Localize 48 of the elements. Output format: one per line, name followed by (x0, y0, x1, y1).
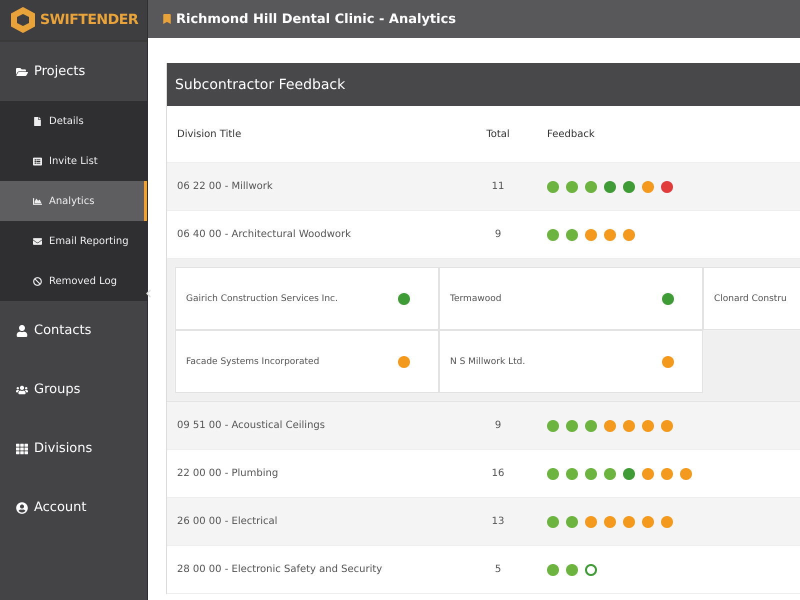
total-count: 13 (490, 516, 506, 527)
sidebar-item[interactable]: Projects (0, 42, 147, 101)
people-icon (16, 384, 28, 396)
submenu-item[interactable]: Analytics (0, 181, 147, 221)
person-icon (16, 324, 28, 336)
total-count: 5 (494, 564, 502, 575)
ban-icon (33, 276, 42, 286)
sidebar-item[interactable]: Contacts (0, 301, 147, 360)
company-name: Gairich Construction Services Inc. (186, 294, 338, 304)
company-name: Clonard Constru (714, 294, 787, 304)
grid-icon (16, 442, 28, 454)
company-name: N S Millwork Ltd. (450, 356, 526, 366)
logo-text: SWIFTENDER (40, 12, 138, 28)
column-header: Feedback (547, 128, 596, 140)
page-title: Richmond Hill Dental Clinic - Analytics (176, 12, 456, 26)
column-header: Division Title (177, 128, 242, 140)
total-count: 16 (490, 468, 506, 479)
collapse-icon[interactable] (144, 289, 153, 298)
panel-title: Subcontractor Feedback (175, 76, 346, 92)
table-row[interactable]: 26 00 00 - Electrical 13 (167, 498, 800, 546)
column-header: Total (485, 128, 511, 140)
list-icon (33, 156, 42, 166)
table-row[interactable]: 06 22 00 - Millwork 11 (167, 163, 800, 211)
total-count: 9 (494, 420, 502, 431)
envelope-icon (33, 236, 42, 246)
submenu-item[interactable]: Removed Log (0, 261, 147, 301)
total-count: 9 (494, 229, 502, 240)
submenu-item[interactable]: Email Reporting (0, 221, 147, 261)
submenu-item[interactable]: Details (0, 101, 147, 141)
sidebar-item[interactable]: Divisions (0, 419, 147, 478)
division-title: 09 51 00 - Acoustical Ceilings (177, 420, 326, 431)
submenu-item[interactable]: Invite List (0, 141, 147, 181)
chart-icon (33, 196, 42, 206)
division-title: 22 00 00 - Plumbing (177, 468, 280, 479)
division-title: 28 00 00 - Electronic Safety and Security (177, 564, 384, 575)
division-title: 06 22 00 - Millwork (177, 181, 274, 192)
sidebar-item[interactable]: Account (0, 478, 147, 537)
cube-logo-icon (10, 6, 36, 34)
bookmark-icon (162, 14, 172, 24)
folder-icon (16, 66, 28, 78)
table-row[interactable]: 09 51 00 - Acoustical Ceilings 9 (167, 402, 800, 450)
division-title: 06 40 00 - Architectural Woodwork (177, 229, 352, 240)
document-icon (33, 116, 42, 126)
company-name: Termawood (450, 294, 502, 304)
total-count: 11 (490, 181, 506, 192)
sidebar-item[interactable]: Groups (0, 360, 147, 419)
company-name: Facade Systems Incorporated (186, 356, 320, 366)
division-title: 26 00 00 - Electrical (177, 516, 278, 527)
